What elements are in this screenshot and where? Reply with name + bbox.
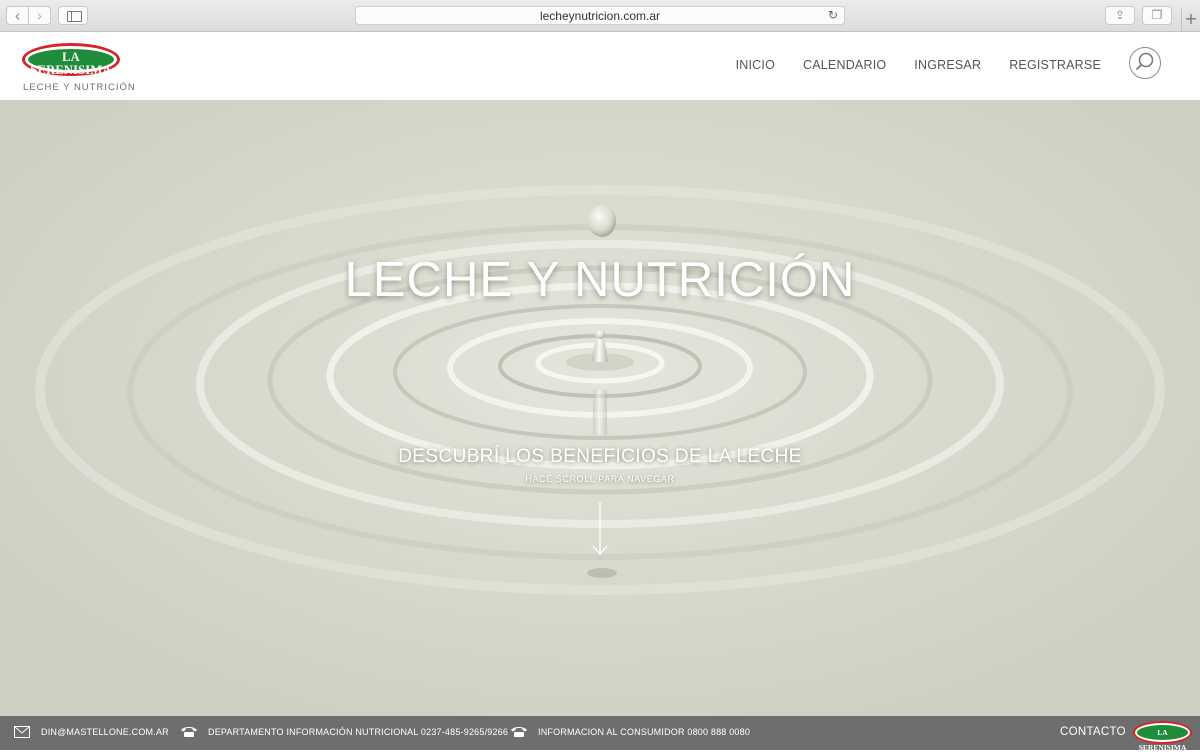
footer-phone-nutrition: DEPARTAMENTO INFORMACIÓN NUTRICIONAL 023… xyxy=(208,727,509,737)
milk-drop-illustration xyxy=(35,185,1165,595)
footer-brand-logo[interactable]: LA SERENISIMA xyxy=(1133,721,1192,752)
logo-ring: LA SERENISIMA la verdad láctea xyxy=(25,46,117,83)
share-button[interactable]: ⇪ xyxy=(1105,6,1135,25)
nav-item-registrarse[interactable]: REGISTRARSE xyxy=(1009,58,1101,72)
chevron-left-icon: ‹ xyxy=(14,7,21,25)
footer-logo-ring: LA SERENISIMA xyxy=(1135,723,1190,752)
logo-badge: LA SERENISIMA la verdad láctea xyxy=(28,49,114,83)
address-bar[interactable]: lecheynutricion.com.ar ↻ xyxy=(355,6,845,25)
forward-button[interactable]: › xyxy=(28,6,51,25)
share-icon: ⇪ xyxy=(1114,8,1126,22)
contact-link[interactable]: CONTACTO xyxy=(1060,726,1126,738)
site-footer: DIN@MASTELLONE.COM.AR DEPARTAMENTO INFOR… xyxy=(0,716,1200,752)
site-header: LA SERENISIMA la verdad láctea LECHE Y N… xyxy=(0,32,1200,100)
reload-icon[interactable]: ↻ xyxy=(828,8,838,22)
hero-section: LECHE Y NUTRICIÓN DESCUBRÍ LOS BENEFICIO… xyxy=(0,100,1200,716)
main-nav: INICIO CALENDARIO INGRESAR REGISTRARSE xyxy=(736,58,1101,72)
tabs-icon: ❐ xyxy=(1151,8,1163,22)
scroll-hint: HACÉ SCROLL PARA NAVEGAR xyxy=(525,474,675,484)
hero-title: LECHE Y NUTRICIÓN xyxy=(344,253,856,307)
footer-logo-wordmark: LA SERENISIMA xyxy=(1137,725,1188,752)
back-button[interactable]: ‹ xyxy=(6,6,29,25)
hero-cta[interactable]: DESCUBRÍ LOS BENEFICIOS DE LA LECHE xyxy=(0,446,1200,468)
sidebar-toggle-button[interactable] xyxy=(58,6,88,25)
nav-item-ingresar[interactable]: INGRESAR xyxy=(914,58,981,72)
show-tabs-button[interactable]: ❐ xyxy=(1142,6,1172,25)
phone-icon xyxy=(181,727,197,737)
nav-item-calendario[interactable]: CALENDARIO xyxy=(803,58,886,72)
envelope-icon xyxy=(14,726,30,738)
browser-toolbar: ‹ › lecheynutricion.com.ar ↻ ⇪ ❐ + xyxy=(0,0,1200,32)
arrow-down-icon[interactable] xyxy=(591,502,609,557)
new-tab-button[interactable]: + xyxy=(1181,8,1200,31)
phone-icon xyxy=(511,727,527,737)
sidebar-icon xyxy=(67,11,82,22)
url-text: lecheynutricion.com.ar xyxy=(539,9,661,23)
footer-phone-consumer: INFORMACION AL CONSUMIDOR 0800 888 0080 xyxy=(538,727,751,737)
logo-wordmark: LA SERENISIMA xyxy=(30,50,112,77)
site-subtitle: LECHE Y NUTRICIÓN xyxy=(23,82,136,93)
chevron-right-icon: › xyxy=(36,7,43,25)
footer-email-link[interactable]: DIN@MASTELLONE.COM.AR xyxy=(41,727,169,737)
search-icon xyxy=(1136,52,1154,70)
nav-item-inicio[interactable]: INICIO xyxy=(736,58,775,72)
search-button[interactable] xyxy=(1129,47,1161,79)
brand-logo[interactable]: LA SERENISIMA la verdad láctea xyxy=(22,43,120,83)
